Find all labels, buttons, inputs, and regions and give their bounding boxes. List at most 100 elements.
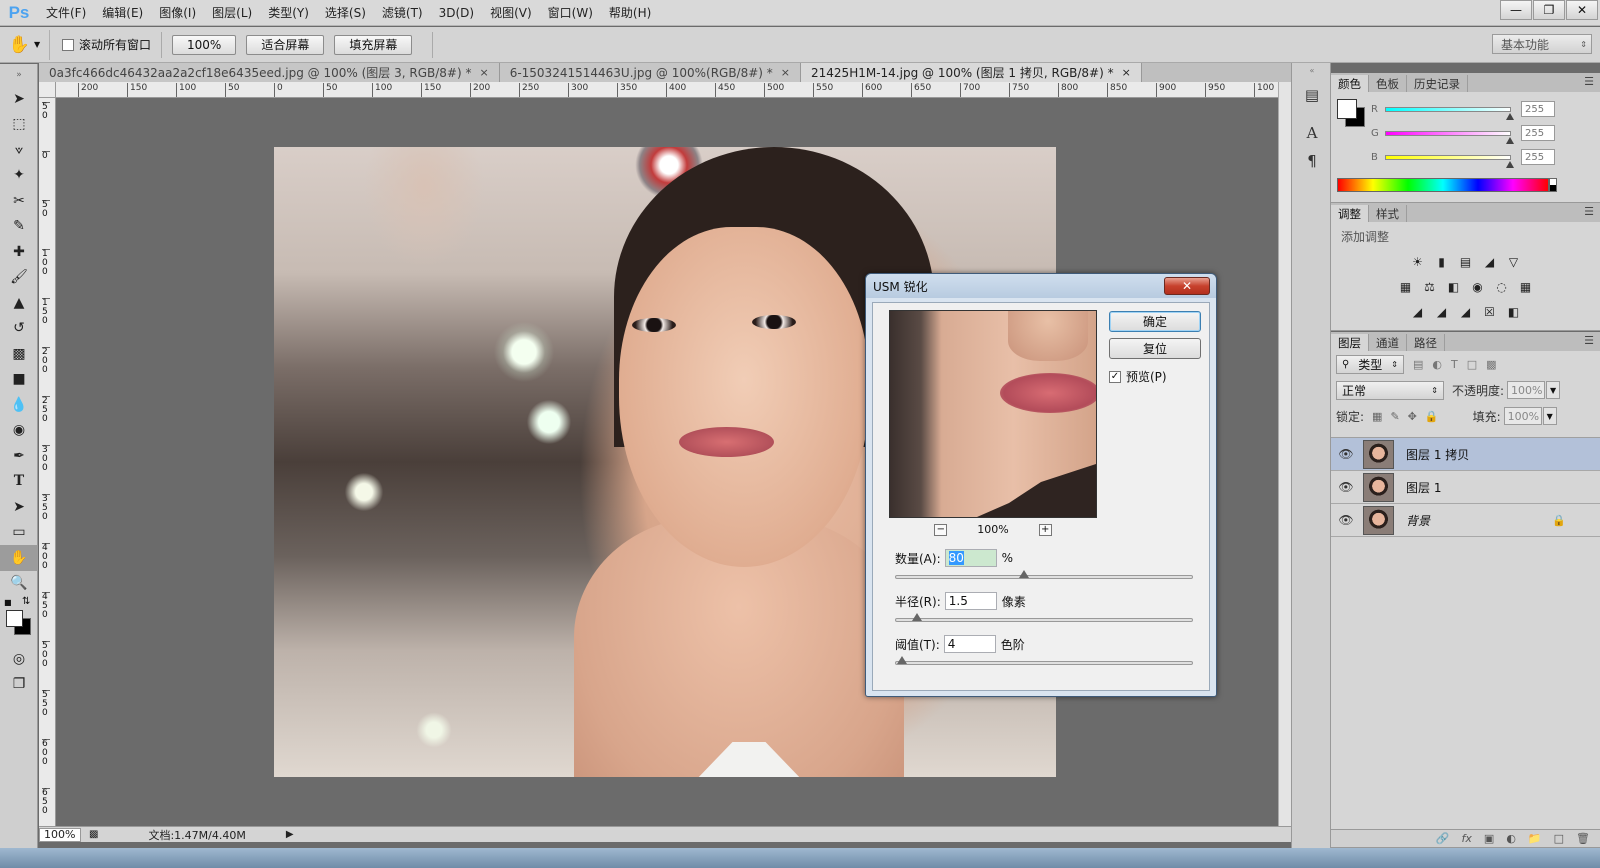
menu-type[interactable]: 类型(Y) bbox=[260, 0, 317, 26]
minimize-icon[interactable]: — bbox=[1500, 0, 1532, 20]
tab-swatches[interactable]: 色板 bbox=[1369, 75, 1407, 92]
color-balance-icon[interactable]: ⚖ bbox=[1421, 279, 1439, 295]
status-menu-arrow-icon[interactable]: ▶ bbox=[286, 829, 294, 840]
eraser-tool-icon[interactable]: ▩ bbox=[0, 341, 38, 367]
hand-tool-icon[interactable]: ✋ bbox=[0, 545, 38, 571]
type-tool-icon[interactable]: T bbox=[0, 469, 38, 495]
close-icon[interactable]: ✕ bbox=[1566, 0, 1598, 20]
menu-image[interactable]: 图像(I) bbox=[151, 0, 204, 26]
red-slider[interactable] bbox=[1385, 106, 1514, 120]
eye-icon[interactable]: 👁 bbox=[1331, 480, 1361, 494]
menu-select[interactable]: 选择(S) bbox=[317, 0, 374, 26]
black-white-icon[interactable]: ◧ bbox=[1445, 279, 1463, 295]
document-tab[interactable]: 6-1503241514463U.jpg @ 100%(RGB/8#) * × bbox=[499, 63, 802, 82]
slider-knob[interactable] bbox=[1019, 570, 1030, 578]
channel-mixer-icon[interactable]: ◌ bbox=[1493, 279, 1511, 295]
new-adjustment-icon[interactable]: ◐ bbox=[1506, 832, 1516, 845]
radius-slider[interactable] bbox=[895, 613, 1193, 622]
dodge-tool-icon[interactable]: ◉ bbox=[0, 418, 38, 444]
fit-screen-button[interactable]: 适合屏幕 bbox=[246, 34, 325, 55]
levels-icon[interactable]: ▮ bbox=[1433, 254, 1451, 270]
ok-button[interactable]: 确定 bbox=[1109, 311, 1201, 332]
path-select-tool-icon[interactable]: ➤ bbox=[0, 494, 38, 520]
quick-mask-icon[interactable]: ◎ bbox=[0, 646, 38, 672]
strip-collapse-icon[interactable]: « bbox=[1292, 63, 1332, 77]
eyedropper-tool-icon[interactable]: ✎ bbox=[0, 214, 38, 240]
tab-color[interactable]: 颜色 bbox=[1331, 75, 1369, 92]
tab-adjustments[interactable]: 调整 bbox=[1331, 205, 1369, 222]
close-icon[interactable]: ✕ bbox=[1164, 277, 1210, 295]
blend-mode-select[interactable]: 正常 ⇕ bbox=[1336, 380, 1444, 400]
trash-icon[interactable]: 🗑 bbox=[1576, 832, 1590, 845]
paragraph-panel-icon[interactable]: ¶ bbox=[1292, 147, 1332, 175]
fx-icon[interactable]: fx bbox=[1462, 832, 1472, 845]
gradient-map-icon[interactable]: ◧ bbox=[1505, 304, 1523, 320]
crop-tool-icon[interactable]: ✂ bbox=[0, 188, 38, 214]
restore-icon[interactable]: ❐ bbox=[1533, 0, 1565, 20]
workspace-select[interactable]: 基本功能 ⇕ bbox=[1492, 34, 1592, 54]
lock-all-icon[interactable]: 🔒 bbox=[1425, 410, 1439, 423]
status-zoom-field[interactable]: 100% bbox=[39, 827, 81, 842]
filter-adjustment-icon[interactable]: ◐ bbox=[1432, 358, 1442, 371]
swap-colors-icon[interactable]: ⇅ bbox=[22, 596, 30, 607]
add-mask-icon[interactable]: ▣ bbox=[1484, 832, 1494, 845]
foreground-color-swatch[interactable] bbox=[6, 610, 23, 627]
lock-pixels-icon[interactable]: ✎ bbox=[1390, 410, 1399, 423]
history-brush-tool-icon[interactable]: ↺ bbox=[0, 316, 38, 342]
panel-menu-icon[interactable]: ☰ bbox=[1584, 205, 1594, 218]
opacity-input[interactable]: 100% bbox=[1507, 381, 1546, 399]
hand-tool-preset-icon[interactable]: ✋ ▼ bbox=[0, 29, 50, 60]
checkbox-checked-icon[interactable]: ✓ bbox=[1109, 370, 1121, 383]
menu-filter[interactable]: 滤镜(T) bbox=[374, 0, 431, 26]
new-group-icon[interactable]: 📁 bbox=[1528, 832, 1542, 845]
panel-menu-icon[interactable]: ☰ bbox=[1584, 334, 1594, 347]
menu-layer[interactable]: 图层(L) bbox=[204, 0, 260, 26]
blue-slider[interactable] bbox=[1385, 154, 1514, 168]
fill-screen-button[interactable]: 填充屏幕 bbox=[334, 34, 413, 55]
color-spectrum[interactable] bbox=[1337, 178, 1549, 192]
green-value-input[interactable]: 255 bbox=[1521, 125, 1555, 141]
fill-input[interactable]: 100% bbox=[1503, 407, 1542, 425]
filter-smart-object-icon[interactable]: ▩ bbox=[1486, 358, 1496, 371]
zoom-in-icon[interactable]: + bbox=[1038, 523, 1052, 536]
character-panel-icon[interactable]: A bbox=[1292, 119, 1332, 147]
new-layer-icon[interactable]: □ bbox=[1554, 832, 1564, 845]
slider-knob[interactable] bbox=[911, 613, 922, 621]
checkbox-box[interactable] bbox=[62, 38, 74, 51]
filter-type-icon[interactable]: T bbox=[1451, 358, 1458, 371]
close-tab-icon[interactable]: × bbox=[1122, 66, 1131, 79]
menu-3d[interactable]: 3D(D) bbox=[431, 0, 482, 26]
red-value-input[interactable]: 255 bbox=[1521, 101, 1555, 117]
exposure-icon[interactable]: ◢ bbox=[1481, 254, 1499, 270]
threshold-slider[interactable] bbox=[895, 656, 1193, 665]
reset-button[interactable]: 复位 bbox=[1109, 338, 1201, 359]
default-colors-icon[interactable]: ■ bbox=[4, 598, 12, 607]
document-tab[interactable]: 0a3fc466dc46432aa2a2cf18e6435eed.jpg @ 1… bbox=[39, 63, 500, 82]
menu-file[interactable]: 文件(F) bbox=[38, 0, 94, 26]
clone-stamp-tool-icon[interactable]: ▲ bbox=[0, 290, 38, 316]
selective-color-icon[interactable]: ☒ bbox=[1481, 304, 1499, 320]
document-tab-active[interactable]: 21425H1M-14.jpg @ 100% (图层 1 拷贝, RGB/8#)… bbox=[801, 63, 1142, 82]
blue-value-input[interactable]: 255 bbox=[1521, 149, 1555, 165]
amount-input[interactable]: 80 bbox=[944, 549, 997, 567]
amount-slider[interactable] bbox=[895, 570, 1193, 579]
blur-tool-icon[interactable]: 💧 bbox=[0, 392, 38, 418]
threshold-icon[interactable]: ◢ bbox=[1457, 304, 1475, 320]
layer-row[interactable]: 👁 图层 1 bbox=[1331, 471, 1600, 504]
slider-knob[interactable] bbox=[1506, 160, 1514, 168]
menu-edit[interactable]: 编辑(E) bbox=[94, 0, 151, 26]
pen-tool-icon[interactable]: ✒ bbox=[0, 443, 38, 469]
healing-brush-tool-icon[interactable]: ✚ bbox=[0, 239, 38, 265]
filter-pixel-icon[interactable]: ▤ bbox=[1413, 358, 1423, 371]
scroll-all-windows-checkbox[interactable]: 滚动所有窗口 bbox=[62, 36, 151, 53]
threshold-input[interactable]: 4 bbox=[943, 635, 996, 653]
toolbox-collapse-icon[interactable]: » bbox=[0, 64, 38, 86]
layer-row[interactable]: 👁 背景 🔒 bbox=[1331, 504, 1600, 537]
dialog-preview-image[interactable] bbox=[889, 310, 1097, 518]
menu-help[interactable]: 帮助(H) bbox=[601, 0, 659, 26]
foreground-color-swatch[interactable] bbox=[1337, 99, 1357, 119]
chevron-down-icon[interactable]: ▼ bbox=[1542, 407, 1557, 425]
preview-checkbox[interactable]: ✓ 预览(P) bbox=[1109, 368, 1167, 385]
zoom-100-button[interactable]: 100% bbox=[172, 34, 237, 55]
radius-input[interactable]: 1.5 bbox=[944, 592, 997, 610]
